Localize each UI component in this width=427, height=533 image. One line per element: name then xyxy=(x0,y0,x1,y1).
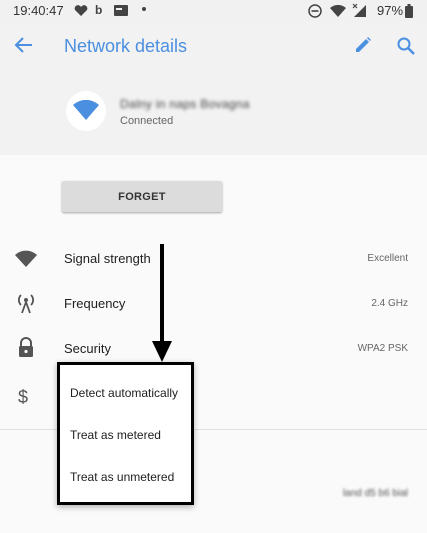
battery-icon xyxy=(405,4,413,18)
status-time: 19:40:47 xyxy=(13,3,64,18)
metered-options-menu: Detect automatically Treat as metered Tr… xyxy=(57,362,194,505)
search-icon[interactable] xyxy=(396,36,416,56)
annotation-arrow-icon xyxy=(152,244,172,362)
signal-icon xyxy=(352,3,366,17)
advanced-value: land d5 b6 bial xyxy=(342,488,408,499)
b-icon: b xyxy=(95,3,103,17)
forget-button[interactable]: FORGET xyxy=(62,181,222,212)
dnd-icon xyxy=(308,4,322,18)
security-label: Security xyxy=(64,341,111,356)
signal-strength-value: Excellent xyxy=(367,253,408,264)
edit-pencil-icon[interactable] xyxy=(354,36,372,54)
page-title: Network details xyxy=(64,36,188,56)
antenna-icon xyxy=(18,294,34,314)
heart-icon xyxy=(74,5,88,16)
wifi-icon xyxy=(15,250,37,267)
security-value: WPA2 PSK xyxy=(357,343,408,354)
card-icon xyxy=(114,5,128,16)
back-arrow-icon[interactable] xyxy=(14,36,34,54)
battery-percent: 97% xyxy=(377,3,404,18)
wifi-icon xyxy=(330,5,346,17)
network-header xyxy=(0,70,427,155)
menu-option-treat-as-unmetered[interactable]: Treat as unmetered xyxy=(70,470,174,484)
menu-option-detect-automatically[interactable]: Detect automatically xyxy=(70,386,178,400)
network-name: Dalny in naps Bovagna xyxy=(120,97,250,111)
frequency-value: 2.4 GHz xyxy=(371,298,408,309)
network-status: Connected xyxy=(120,115,174,127)
frequency-label: Frequency xyxy=(64,296,126,311)
signal-strength-label: Signal strength xyxy=(64,251,151,266)
lock-icon xyxy=(19,337,33,357)
menu-option-treat-as-metered[interactable]: Treat as metered xyxy=(70,428,161,442)
wifi-icon xyxy=(73,100,99,120)
dot-icon xyxy=(142,7,146,11)
dollar-icon: $ xyxy=(18,387,29,407)
